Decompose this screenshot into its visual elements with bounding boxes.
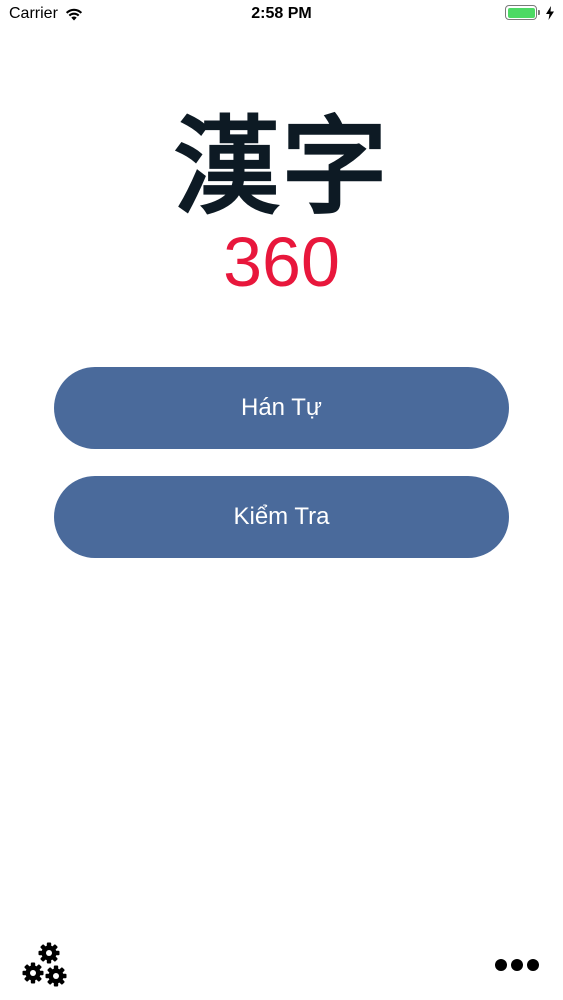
logo-kanji: 漢字 [173,106,390,229]
dot [527,959,539,971]
status-bar: Carrier 2:58 PM [0,0,563,30]
dot [511,959,523,971]
settings-gears-icon[interactable] [22,942,68,988]
dot [495,959,507,971]
han-tu-button[interactable]: Hán Tự [54,367,509,449]
status-right [505,5,555,20]
more-dots-icon[interactable] [495,956,539,974]
status-time: 2:58 PM [251,5,312,22]
battery-icon [505,5,540,20]
logo-number: 360 [223,223,340,301]
battery-fill [507,7,535,18]
charging-bolt-icon [546,5,554,20]
kiem-tra-button[interactable]: Kiểm Tra [54,476,509,558]
